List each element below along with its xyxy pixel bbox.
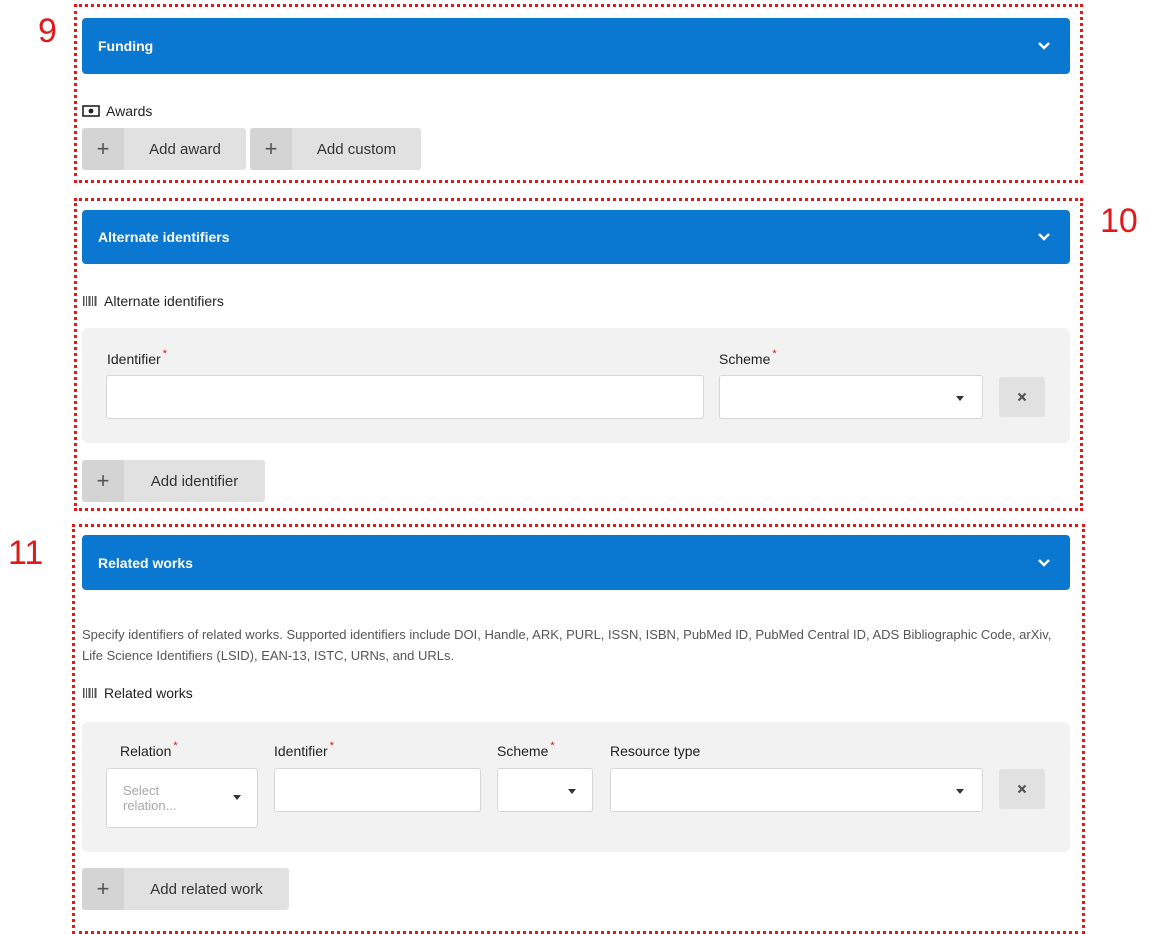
dropdown-caret-icon: [568, 789, 576, 794]
chevron-down-icon: [1038, 42, 1050, 50]
annotation-10: 10: [1100, 202, 1138, 240]
annotation-11: 11: [8, 534, 44, 572]
dropdown-caret-icon: [956, 396, 964, 401]
related-identifier-input[interactable]: [274, 768, 481, 812]
required-marker: *: [772, 348, 777, 360]
awards-label: Awards: [82, 103, 152, 119]
close-icon: [1017, 784, 1027, 794]
plus-icon: +: [82, 128, 124, 170]
add-custom-button[interactable]: + Add custom: [250, 128, 421, 170]
barcode-icon: [83, 688, 97, 698]
scheme-select[interactable]: [719, 375, 983, 419]
resource-type-select[interactable]: [610, 768, 983, 812]
scheme-label: Scheme *: [497, 740, 555, 759]
chevron-down-icon: [1038, 558, 1050, 567]
funding-header-title: Funding: [98, 38, 154, 54]
close-icon: [1017, 392, 1027, 402]
relation-select[interactable]: Select relation...: [106, 768, 258, 828]
plus-icon: +: [82, 460, 124, 502]
resource-type-label: Resource type: [610, 743, 701, 759]
alternate-identifiers-header[interactable]: Alternate identifiers: [82, 210, 1070, 264]
chevron-down-icon: [1038, 233, 1050, 241]
required-marker: *: [162, 348, 167, 360]
related-works-label: Related works: [82, 685, 193, 701]
add-identifier-button[interactable]: + Add identifier: [82, 460, 265, 502]
scheme-label: Scheme *: [719, 348, 777, 367]
required-marker: *: [329, 740, 334, 752]
required-marker: *: [550, 740, 555, 752]
plus-icon: +: [82, 868, 124, 910]
add-related-work-button[interactable]: + Add related work: [82, 868, 289, 910]
related-scheme-select[interactable]: [497, 768, 593, 812]
relation-label: Relation *: [120, 740, 178, 759]
alternate-identifiers-label: Alternate identifiers: [82, 293, 224, 309]
annotation-9: 9: [38, 12, 57, 50]
funding-header[interactable]: Funding: [82, 18, 1070, 74]
required-marker: *: [173, 740, 178, 752]
related-works-description: Specify identifiers of related works. Su…: [82, 627, 1052, 663]
related-works-header[interactable]: Related works: [82, 535, 1070, 590]
add-award-button[interactable]: + Add award: [82, 128, 246, 170]
barcode-icon: [83, 296, 97, 306]
identifier-label: Identifier *: [107, 348, 167, 367]
alternate-identifiers-header-title: Alternate identifiers: [98, 229, 230, 245]
plus-icon: +: [250, 128, 292, 170]
identifier-input[interactable]: [106, 375, 704, 419]
identifier-label: Identifier *: [274, 740, 334, 759]
relation-placeholder: Select relation...: [123, 783, 177, 813]
money-icon: [82, 105, 100, 117]
remove-related-work-button[interactable]: [999, 769, 1045, 809]
dropdown-caret-icon: [956, 789, 964, 794]
related-works-header-title: Related works: [98, 554, 193, 571]
dropdown-caret-icon: [233, 795, 241, 800]
remove-identifier-button[interactable]: [999, 377, 1045, 417]
